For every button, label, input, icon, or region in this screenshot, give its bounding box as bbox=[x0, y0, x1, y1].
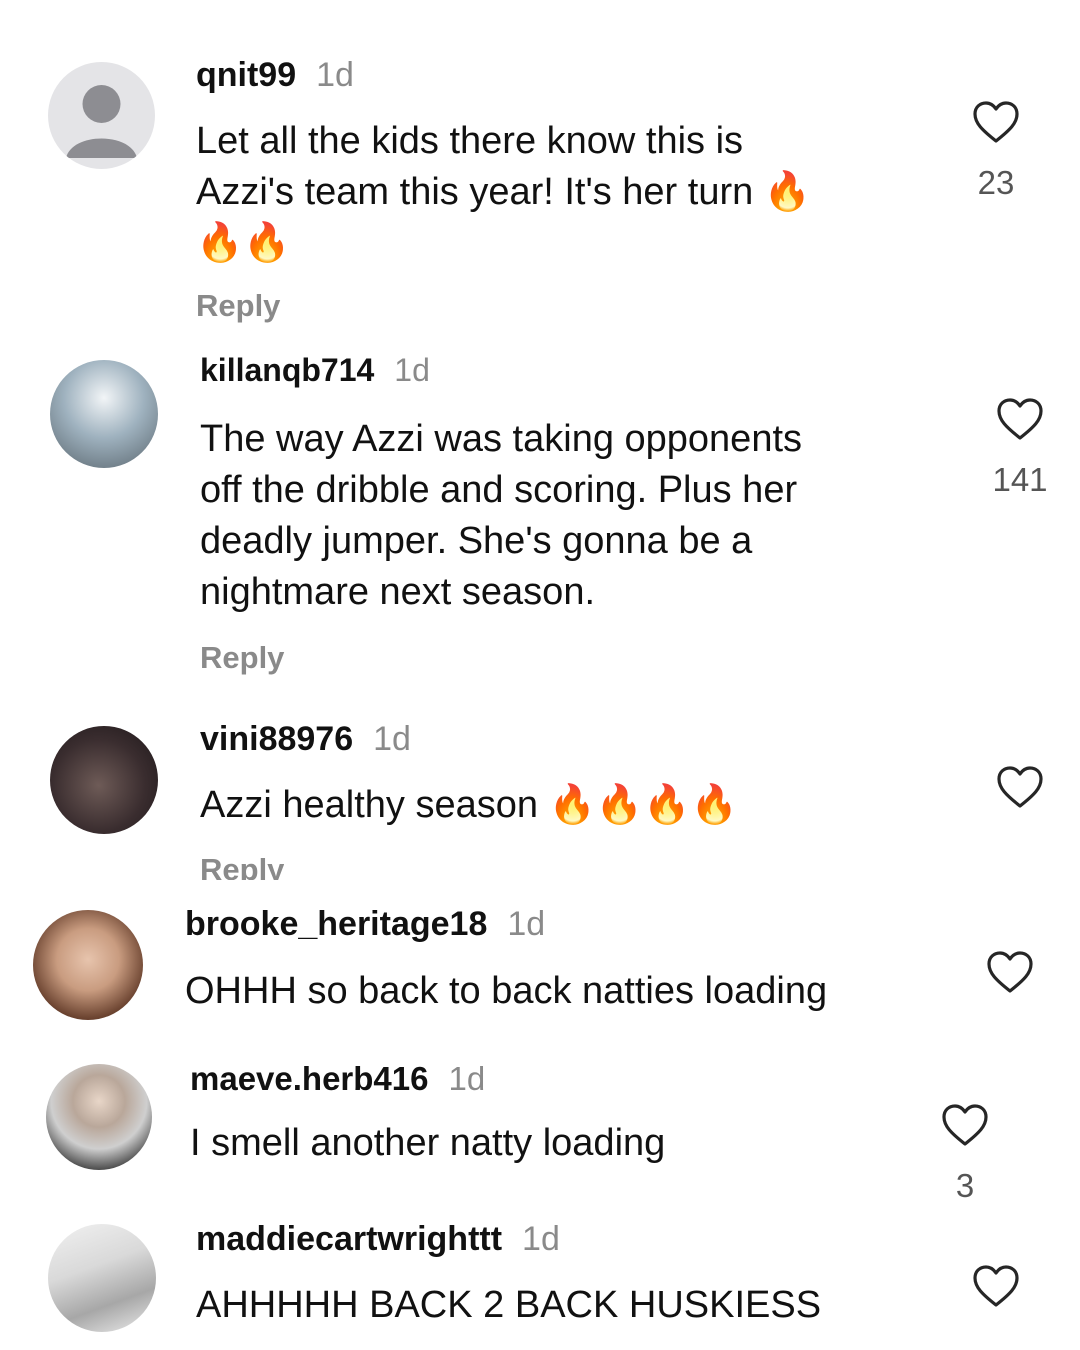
comment-text: AHHHHH BACK 2 BACK HUSKIESS bbox=[196, 1284, 822, 1326]
like-button[interactable] bbox=[966, 1264, 1026, 1308]
like-count: 3 bbox=[955, 1167, 975, 1204]
comment-username[interactable]: maeve.herb416 bbox=[190, 1060, 429, 1097]
comment-text: Let all the kids there know this is Azzi… bbox=[196, 120, 812, 264]
like-button[interactable]: 3 bbox=[935, 1103, 995, 1205]
avatar[interactable] bbox=[48, 62, 155, 169]
avatar[interactable] bbox=[48, 1224, 156, 1332]
avatar[interactable] bbox=[50, 726, 158, 834]
comment-username[interactable]: maddiecartwrighttt bbox=[196, 1220, 502, 1258]
comment-text: I smell another natty loading bbox=[190, 1122, 666, 1164]
like-count: 23 bbox=[977, 164, 1015, 201]
avatar[interactable] bbox=[46, 1064, 152, 1170]
like-button[interactable]: 141 bbox=[990, 397, 1050, 499]
like-button[interactable] bbox=[990, 765, 1050, 809]
comment-timestamp: 1d bbox=[316, 56, 354, 94]
reply-button[interactable]: Reply bbox=[200, 852, 284, 880]
avatar[interactable] bbox=[50, 360, 158, 468]
comment-timestamp: 1d bbox=[507, 905, 546, 943]
like-button[interactable]: 23 bbox=[966, 100, 1026, 202]
heart-outline-icon bbox=[973, 1265, 1019, 1307]
reply-button[interactable]: Reply bbox=[196, 288, 280, 324]
heart-outline-icon bbox=[987, 951, 1033, 993]
comment-text: OHHH so back to back natties loading bbox=[185, 970, 828, 1012]
heart-outline-icon bbox=[997, 766, 1043, 808]
comment-text: Azzi healthy season 🔥🔥🔥🔥 bbox=[200, 784, 738, 826]
comment-username[interactable]: qnit99 bbox=[196, 56, 296, 94]
comment-username[interactable]: vini88976 bbox=[200, 720, 353, 758]
comment-timestamp: 1d bbox=[373, 720, 411, 758]
person-icon bbox=[66, 85, 137, 158]
heart-outline-icon bbox=[997, 398, 1043, 440]
comment-username[interactable]: brooke_heritage18 bbox=[185, 905, 487, 943]
comment-timestamp: 1d bbox=[394, 352, 430, 388]
avatar[interactable] bbox=[33, 910, 143, 1020]
comment-timestamp: 1d bbox=[448, 1060, 486, 1097]
heart-outline-icon bbox=[973, 101, 1019, 143]
like-count: 141 bbox=[992, 461, 1048, 498]
comment-text: The way Azzi was taking opponents off th… bbox=[200, 418, 803, 613]
comment-timestamp: 1d bbox=[522, 1220, 560, 1258]
heart-outline-icon bbox=[942, 1104, 988, 1146]
reply-button[interactable]: Reply bbox=[200, 640, 284, 676]
comment-username[interactable]: killanqb714 bbox=[200, 352, 374, 388]
like-button[interactable] bbox=[980, 950, 1040, 994]
